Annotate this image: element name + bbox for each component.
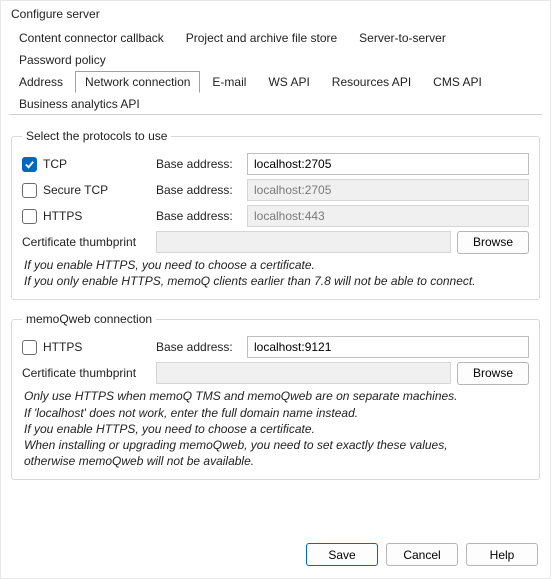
secure-tcp-row: Secure TCP Base address:: [22, 177, 529, 203]
memoqweb-https-checkbox[interactable]: [22, 340, 37, 355]
tcp-address-label: Base address:: [156, 157, 241, 171]
browse-certificate-button[interactable]: Browse: [457, 231, 529, 254]
https-row: HTTPS Base address:: [22, 203, 529, 229]
certificate-label: Certificate thumbprint: [22, 235, 136, 249]
secure-tcp-label: Secure TCP: [43, 183, 108, 197]
secure-tcp-checkbox[interactable]: [22, 183, 37, 198]
tcp-label: TCP: [43, 157, 67, 171]
memoqweb-certificate-row: Certificate thumbprint Browse: [22, 360, 529, 386]
help-button[interactable]: Help: [466, 543, 538, 566]
certificate-thumbprint-input[interactable]: [156, 231, 451, 253]
tab-content-connector-callback[interactable]: Content connector callback: [9, 27, 174, 49]
tcp-row: TCP Base address:: [22, 151, 529, 177]
memoqweb-https-label: HTTPS: [43, 340, 82, 354]
tab-password-policy[interactable]: Password policy: [9, 49, 116, 71]
tab-cms-api[interactable]: CMS API: [423, 71, 492, 93]
protocols-notes: If you enable HTTPS, you need to choose …: [22, 255, 529, 289]
tab-project-and-archive-file-store[interactable]: Project and archive file store: [176, 27, 347, 49]
memoqweb-notes: Only use HTTPS when memoQ TMS and memoQw…: [22, 386, 529, 469]
secure-tcp-address-label: Base address:: [156, 183, 241, 197]
tcp-checkbox[interactable]: [22, 157, 37, 172]
memoqweb-address-input[interactable]: [247, 336, 529, 358]
tab-server-to-server[interactable]: Server-to-server: [349, 27, 456, 49]
tab-content-network-connection: Select the protocols to use TCP Base addr…: [1, 115, 550, 533]
memoqweb-legend: memoQweb connection: [22, 312, 156, 326]
memoqweb-browse-certificate-button[interactable]: Browse: [457, 362, 529, 385]
secure-tcp-address-input[interactable]: [247, 179, 529, 201]
protocols-group: Select the protocols to use TCP Base addr…: [11, 129, 540, 300]
tab-address[interactable]: Address: [9, 71, 73, 93]
https-label: HTTPS: [43, 209, 82, 223]
memoqweb-certificate-thumbprint-input[interactable]: [156, 362, 451, 384]
dialog-footer: Save Cancel Help: [1, 533, 550, 578]
memoqweb-https-row: HTTPS Base address:: [22, 334, 529, 360]
memoqweb-certificate-label: Certificate thumbprint: [22, 366, 136, 380]
https-checkbox[interactable]: [22, 209, 37, 224]
tab-strip: Content connector callbackProject and ar…: [1, 25, 550, 115]
memoqweb-group: memoQweb connection HTTPS Base address: …: [11, 312, 540, 480]
protocols-legend: Select the protocols to use: [22, 129, 171, 143]
configure-server-window: Configure server Content connector callb…: [0, 0, 551, 579]
certificate-row: Certificate thumbprint Browse: [22, 229, 529, 255]
tcp-address-input[interactable]: [247, 153, 529, 175]
window-title: Configure server: [1, 1, 550, 25]
tab-network-connection[interactable]: Network connection: [75, 71, 200, 93]
https-address-input[interactable]: [247, 205, 529, 227]
tab-e-mail[interactable]: E-mail: [202, 71, 256, 93]
tab-business-analytics-api[interactable]: Business analytics API: [9, 93, 150, 115]
memoqweb-address-label: Base address:: [156, 340, 241, 354]
save-button[interactable]: Save: [306, 543, 378, 566]
https-address-label: Base address:: [156, 209, 241, 223]
tab-ws-api[interactable]: WS API: [258, 71, 319, 93]
tab-resources-api[interactable]: Resources API: [322, 71, 421, 93]
cancel-button[interactable]: Cancel: [386, 543, 458, 566]
